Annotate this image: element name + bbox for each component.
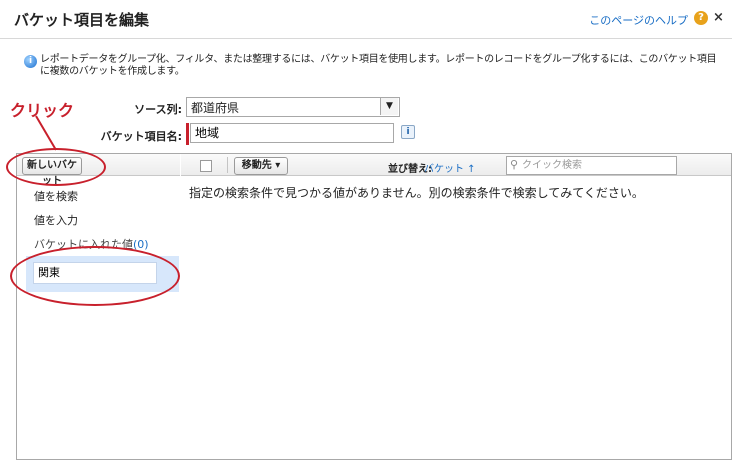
annotation-ring-bucket-item	[10, 246, 180, 306]
info-text: レポートデータをグループ化、フィルタ、または整理するには、バケット項目を使用しま…	[40, 54, 717, 77]
info-icon: i	[24, 55, 37, 68]
search-icon: ⚲	[510, 158, 519, 171]
close-icon[interactable]: ×	[713, 10, 724, 25]
select-all-checkbox[interactable]	[200, 160, 212, 172]
quick-search-placeholder: クイック検索	[522, 160, 582, 171]
sort-bucket-link[interactable]: バケット ↑	[424, 160, 476, 175]
move-to-button[interactable]: 移動先 ▾	[234, 157, 288, 175]
chevron-down-icon[interactable]: ▼	[380, 98, 398, 115]
dialog-title: バケット項目を編集	[14, 11, 150, 29]
search-values-link[interactable]: 値を検索	[34, 188, 78, 204]
help-icon[interactable]: ?	[694, 11, 708, 25]
bucket-field-label: バケット項目名:	[100, 130, 182, 143]
click-annotation: クリック	[10, 101, 75, 120]
help-link[interactable]: このページのヘルプ	[589, 12, 688, 28]
toolbar-divider	[227, 157, 228, 173]
source-column-label: ソース列:	[134, 103, 182, 116]
info-icon[interactable]: i	[401, 125, 415, 139]
no-results-message: 指定の検索条件で見つかる値がありません。別の検索条件で検索してみてください。	[189, 186, 644, 200]
annotation-ring-new-bucket	[6, 148, 106, 186]
source-column-value: 都道府県	[191, 101, 240, 115]
bucket-field-input[interactable]	[190, 123, 394, 143]
enter-value-link[interactable]: 値を入力	[34, 212, 78, 228]
required-indicator	[186, 123, 189, 145]
